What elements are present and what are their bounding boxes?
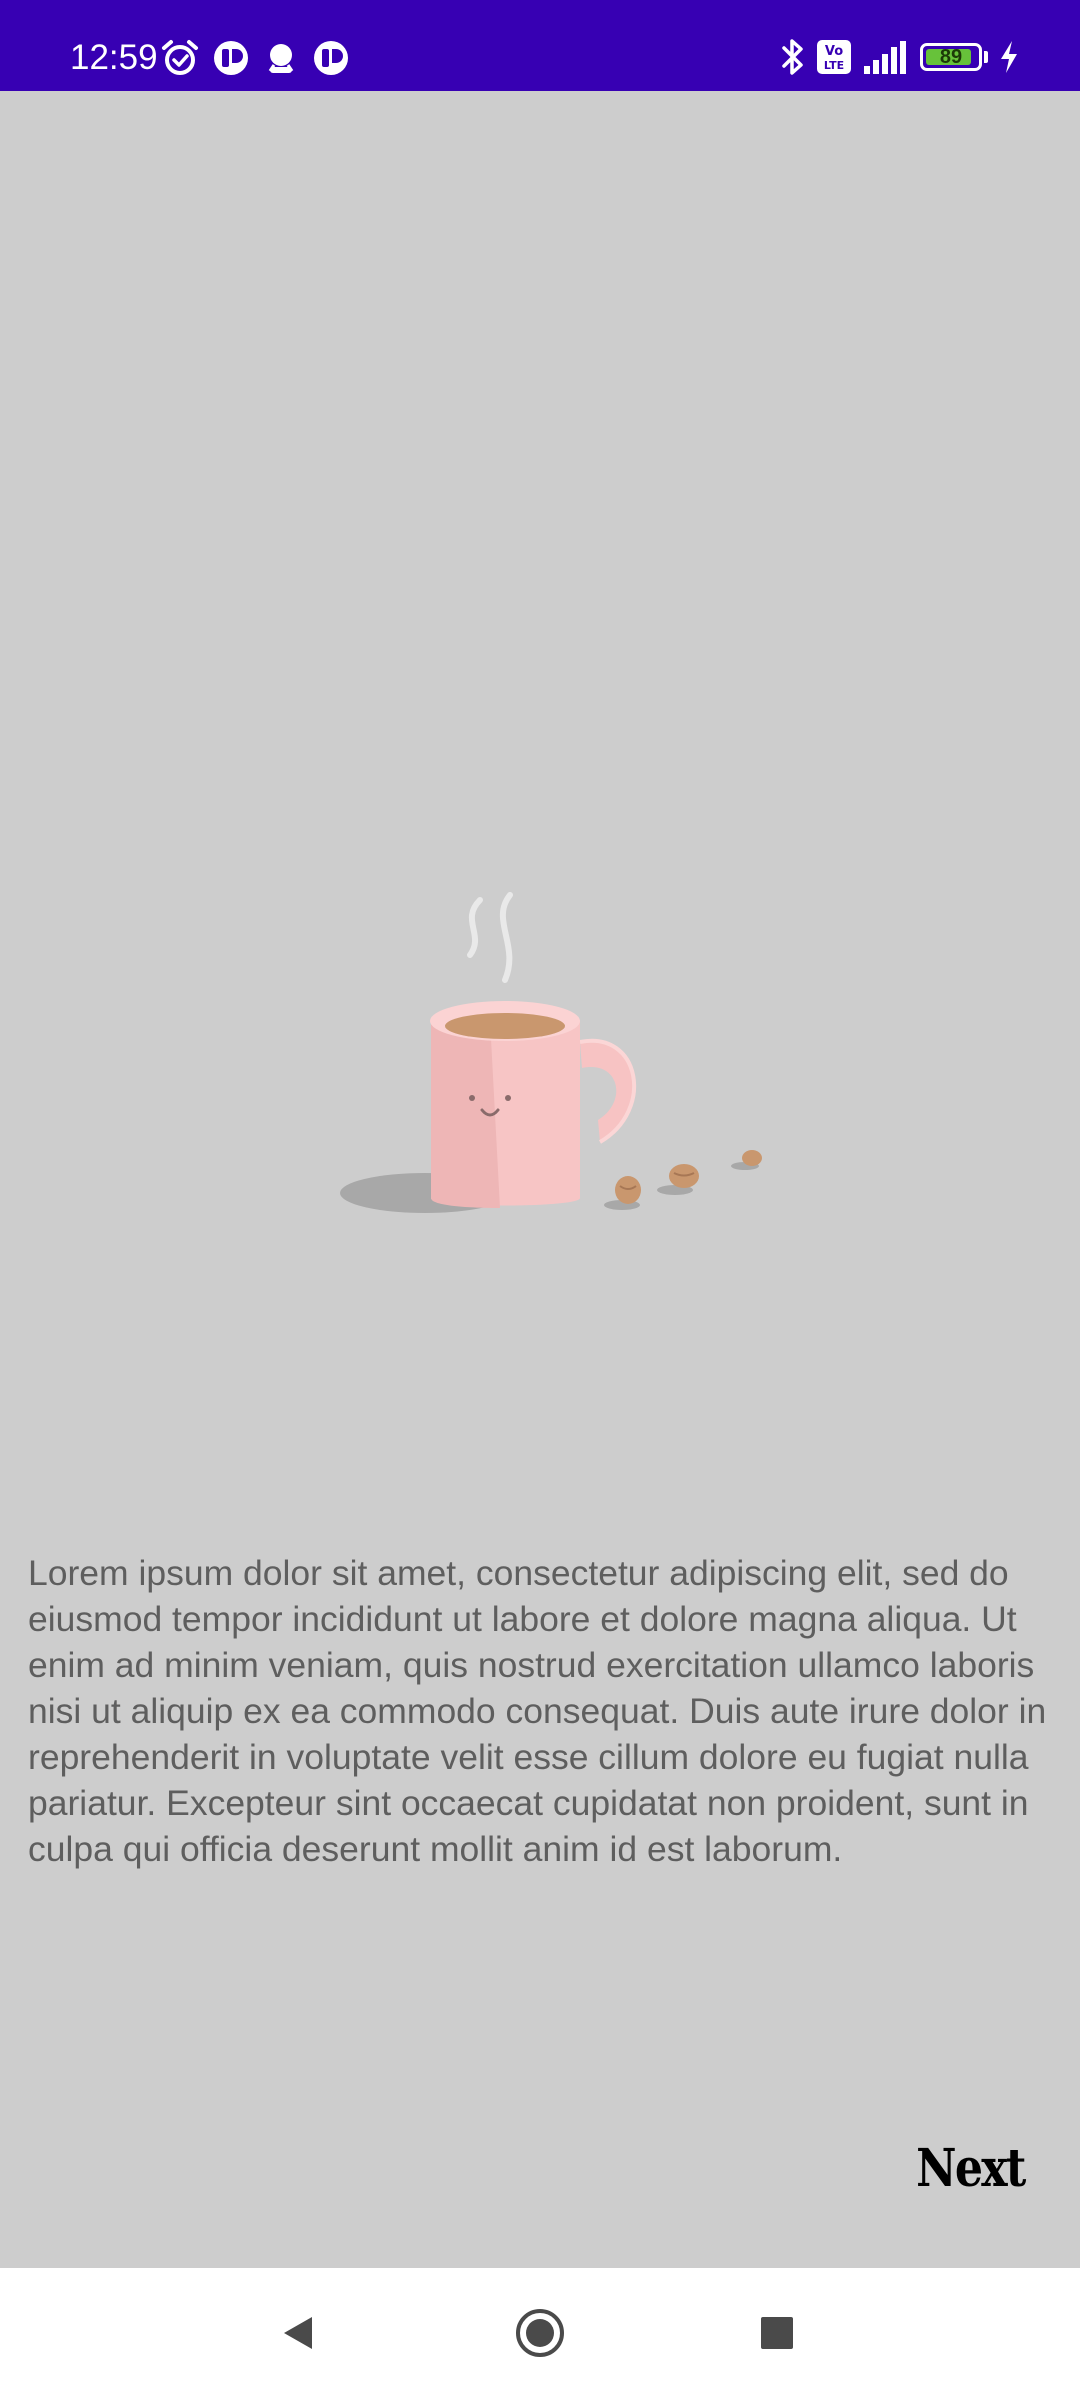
app-notification-icon xyxy=(214,41,248,75)
bluetooth-icon xyxy=(782,39,803,75)
signal-icon xyxy=(864,41,906,74)
battery-cap xyxy=(984,51,988,63)
status-time: 12:59 xyxy=(70,38,158,77)
steam-right xyxy=(499,892,513,983)
status-system-icons: Vo LTE 89 xyxy=(780,34,1020,80)
back-icon xyxy=(284,2317,312,2349)
mug-eye-left xyxy=(469,1095,475,1101)
app-notification-icon xyxy=(314,41,348,75)
onboarding-description: Lorem ipsum dolor sit amet, consectetur … xyxy=(28,1553,1047,1869)
home-button[interactable] xyxy=(505,2298,575,2368)
back-button[interactable] xyxy=(263,2298,333,2368)
coffee-bean xyxy=(742,1150,762,1166)
svg-text:LTE: LTE xyxy=(824,59,844,72)
recents-icon xyxy=(761,2317,793,2349)
coffee-mug-illustration xyxy=(340,892,762,1213)
next-button[interactable]: Next xyxy=(917,2138,1027,2199)
alarm-icon xyxy=(162,40,198,75)
recents-button[interactable] xyxy=(742,2298,812,2368)
robot-notification-icon xyxy=(268,44,294,73)
charging-icon xyxy=(1001,41,1017,73)
home-icon xyxy=(516,2309,564,2357)
status-notification-icons xyxy=(160,37,350,79)
volte-icon: Vo LTE xyxy=(817,40,851,74)
steam-left xyxy=(467,897,483,958)
navigation-bar xyxy=(0,2268,1080,2400)
mug-eye-right xyxy=(505,1095,511,1101)
svg-text:Vo: Vo xyxy=(825,44,843,59)
status-bar: 12:59 Vo LTE 89 xyxy=(0,0,1080,91)
mug-coffee xyxy=(445,1013,565,1039)
battery-icon: 89 xyxy=(920,43,982,71)
battery-level: 89 xyxy=(939,45,963,68)
